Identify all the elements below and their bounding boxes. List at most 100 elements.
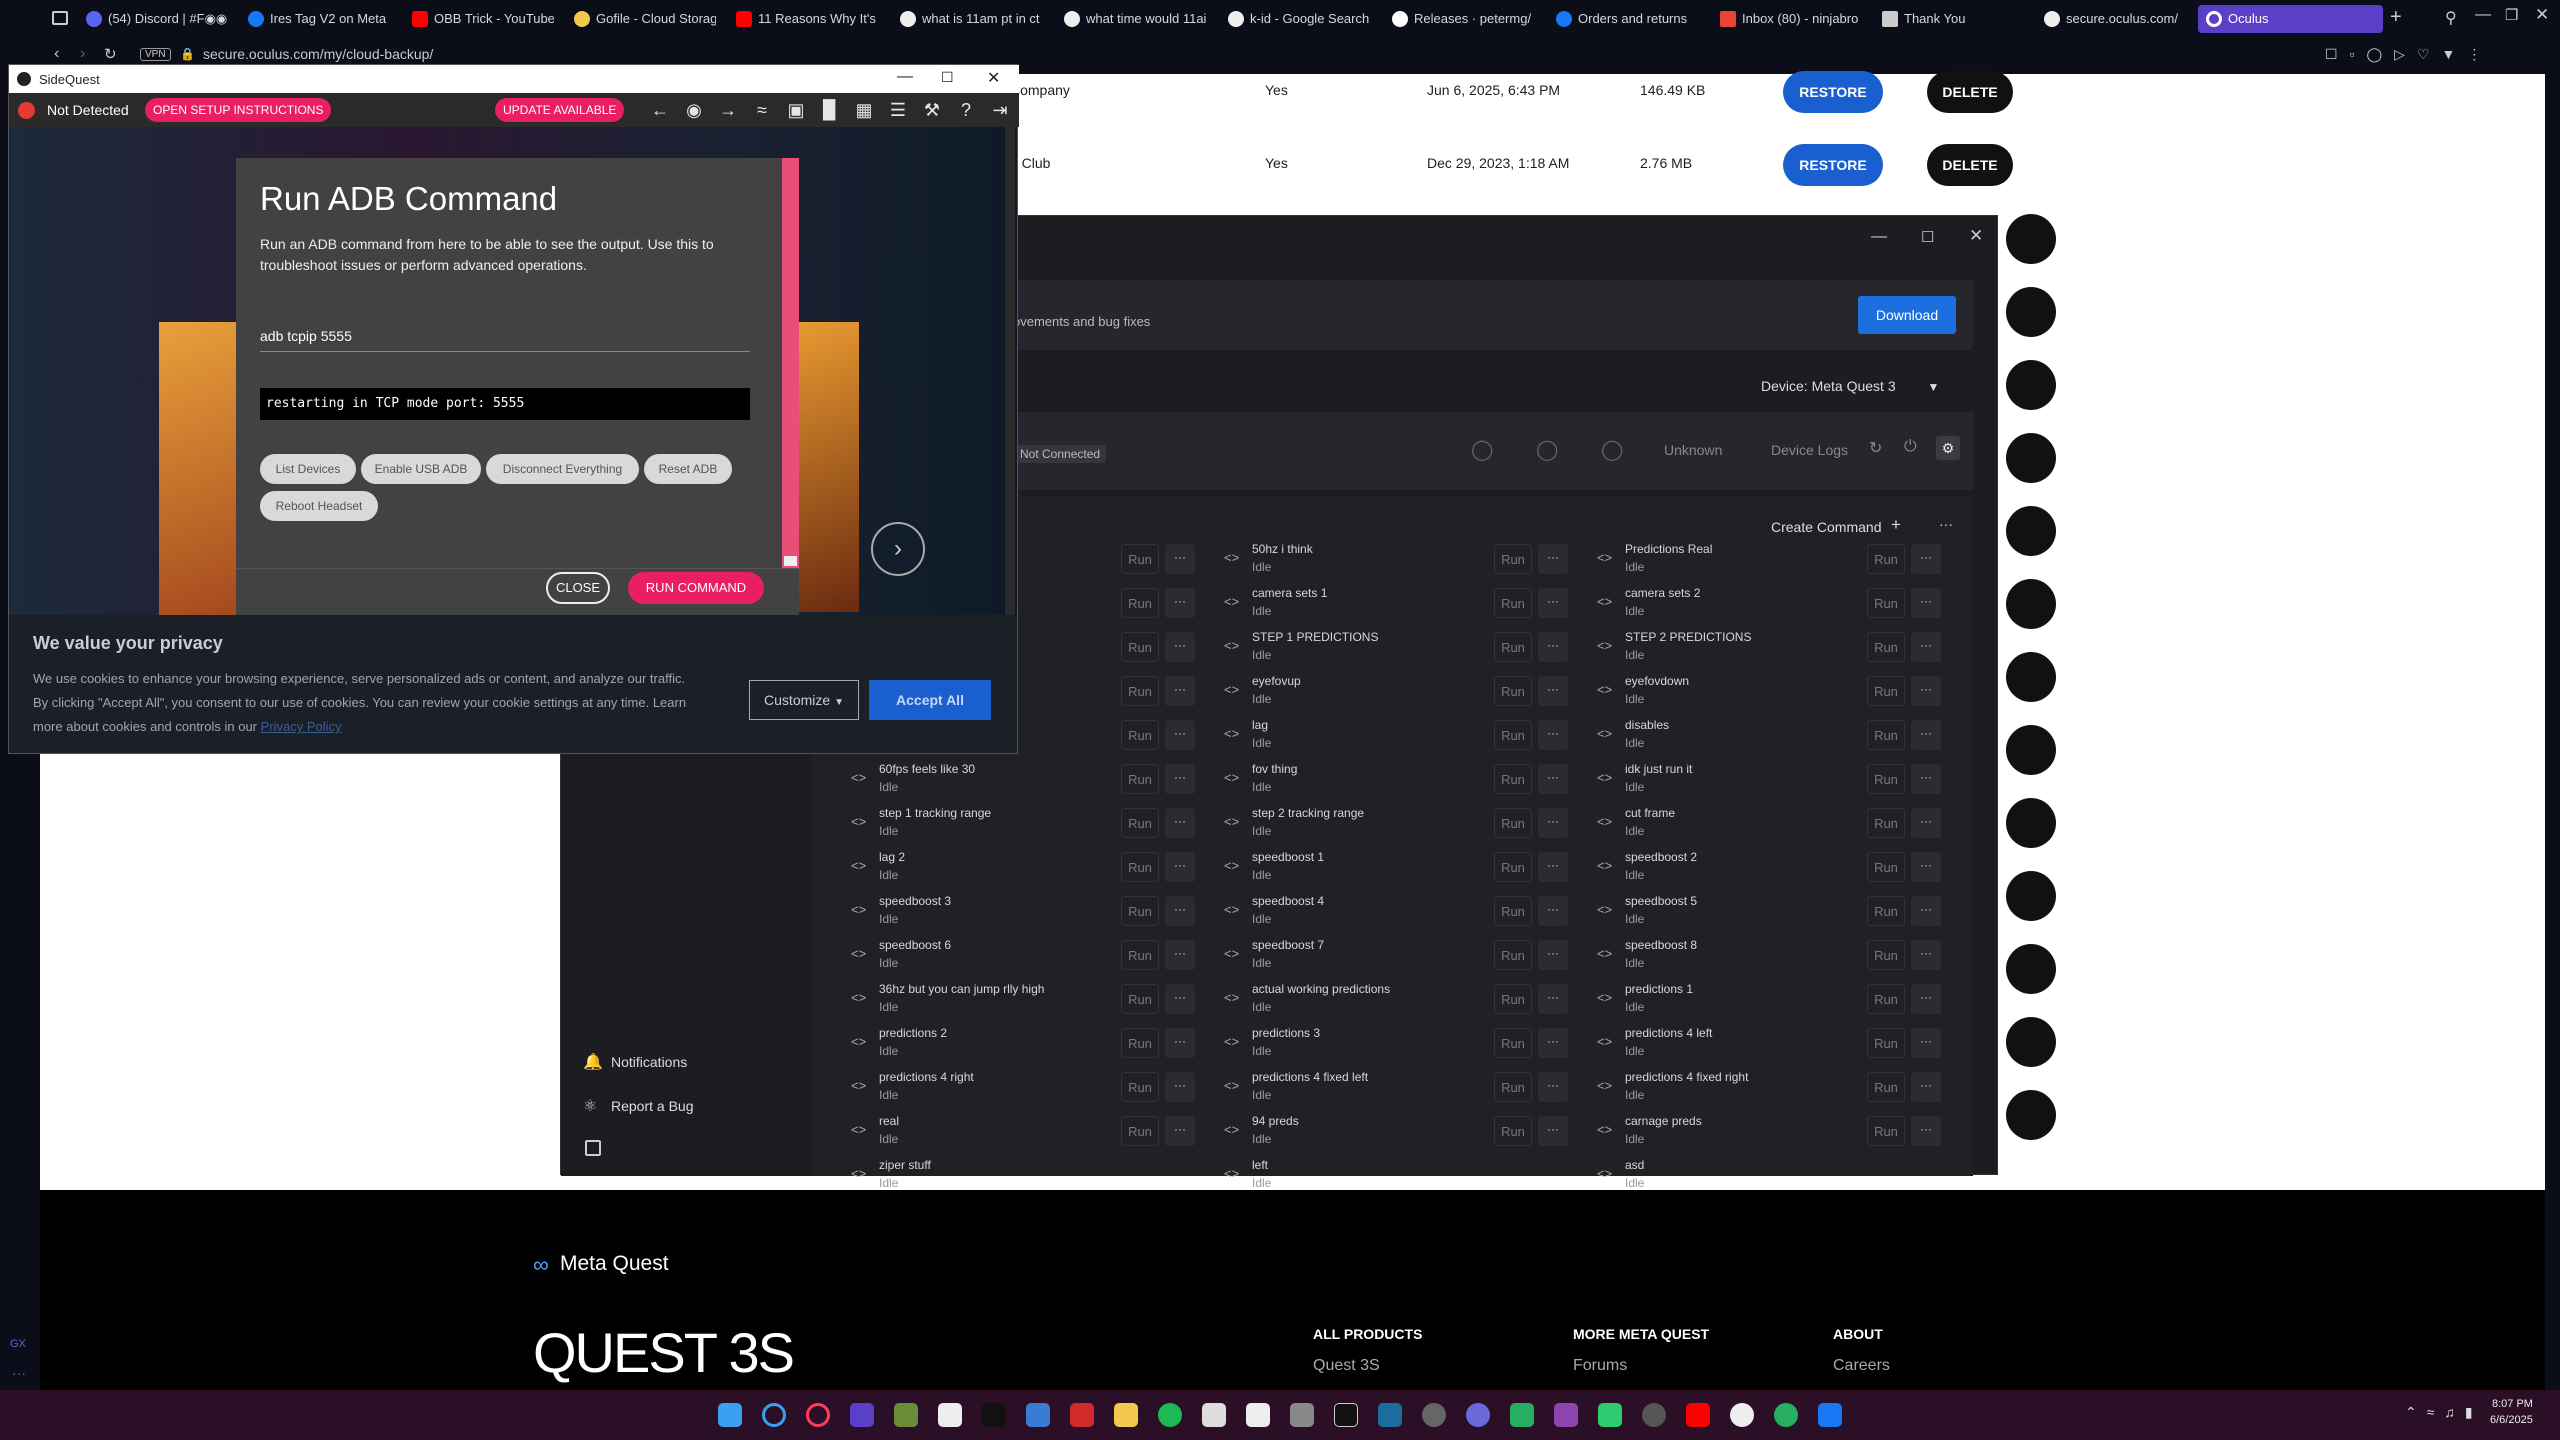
code-icon[interactable]: <> [1224,858,1239,873]
run-button[interactable]: Run [1494,676,1532,706]
run-button[interactable]: Run [1494,896,1532,926]
run-button[interactable]: Run [1867,896,1905,926]
app-icon[interactable] [1730,1403,1754,1427]
settings-icon[interactable]: ⚙ [1936,436,1960,460]
more-options-icon[interactable]: ··· [1165,1116,1195,1146]
youtube-icon[interactable] [1686,1403,1710,1427]
url-text[interactable]: secure.oculus.com/my/cloud-backup/ [203,46,433,62]
device-logs-button[interactable]: Device Logs [1771,442,1848,458]
device-select[interactable]: Device: Meta Quest 3 ▼ [1761,378,1939,394]
more-options-icon[interactable]: ··· [1911,720,1941,750]
accept-all-button[interactable]: Accept All [869,680,991,720]
code-icon[interactable]: <> [1597,946,1612,961]
maximize-icon[interactable]: ☐ [941,69,954,86]
code-icon[interactable]: <> [1597,858,1612,873]
more-options-icon[interactable]: ··· [1939,516,1953,532]
help-icon[interactable]: ? [955,99,977,121]
tab-google-3[interactable]: k-id - Google Search [1220,5,1370,33]
vpn-badge[interactable]: VPN [140,48,171,61]
run-button[interactable]: Run [1121,544,1159,574]
run-button[interactable]: Run [1867,808,1905,838]
more-options-icon[interactable]: ··· [1911,896,1941,926]
code-icon[interactable]: <> [1224,638,1239,653]
code-icon[interactable]: <> [1597,682,1612,697]
run-button[interactable]: Run [1867,1116,1905,1146]
maximize-icon[interactable]: ☐ [1921,228,1934,246]
reload-icon[interactable]: ↻ [104,45,117,63]
windows-start-icon[interactable] [718,1403,742,1427]
more-options-icon[interactable]: ··· [1165,808,1195,838]
more-options-icon[interactable]: ··· [1911,808,1941,838]
privacy-policy-link[interactable]: Privacy Policy [261,719,342,734]
more-options-icon[interactable]: ··· [1538,588,1568,618]
more-options-icon[interactable]: ··· [1911,984,1941,1014]
delete-button[interactable] [2006,433,2056,483]
folder-icon[interactable]: ▉ [819,99,841,121]
delete-button[interactable] [2006,360,2056,410]
clock-date[interactable]: 6/6/2025 [2490,1414,2533,1426]
forward-arrow-icon[interactable]: → [717,99,739,121]
code-icon[interactable]: <> [1597,1166,1612,1181]
enable-usb-adb-button[interactable]: Enable USB ADB [361,454,481,484]
run-button[interactable]: Run [1494,1116,1532,1146]
app-icon[interactable] [1246,1403,1270,1427]
meta-icon[interactable] [1818,1403,1842,1427]
more-options-icon[interactable]: ··· [1911,852,1941,882]
more-options-icon[interactable]: ··· [1911,1116,1941,1146]
minimize-icon[interactable]: — [1871,228,1887,246]
run-button[interactable]: Run [1867,984,1905,1014]
run-button[interactable]: Run [1494,588,1532,618]
code-icon[interactable]: <> [1224,990,1239,1005]
more-options-icon[interactable]: ··· [1165,676,1195,706]
more-options-icon[interactable]: ··· [1538,544,1568,574]
tab-thank-you[interactable]: Thank You [1874,5,2024,33]
delete-button[interactable]: DELETE [1927,71,2013,113]
code-icon[interactable]: <> [1597,726,1612,741]
run-button[interactable]: Run [1494,764,1532,794]
update-available-button[interactable]: UPDATE AVAILABLE [495,98,625,122]
tab-discord[interactable]: (54) Discord | #F◉◉ [78,5,228,33]
delete-button[interactable] [2006,579,2056,629]
search-tabs-icon[interactable]: ⚲ [2445,8,2457,28]
power-icon[interactable]: ⏻ [1904,438,1917,456]
delete-button[interactable]: DELETE [1927,144,2013,186]
more-options-icon[interactable]: ··· [1165,940,1195,970]
run-button[interactable]: Run [1121,676,1159,706]
code-icon[interactable]: <> [1597,1078,1612,1093]
code-icon[interactable]: <> [1224,726,1239,741]
tab-youtube[interactable]: OBB Trick - YouTube [404,5,554,33]
app-icon[interactable] [1334,1403,1358,1427]
more-options-icon[interactable]: ··· [1538,632,1568,662]
run-button[interactable]: Run [1494,808,1532,838]
run-button[interactable]: Run [1121,1116,1159,1146]
minimize-icon[interactable]: — [2475,6,2491,24]
page-scrollbar[interactable] [2545,74,2560,1390]
run-button[interactable]: Run [1121,1072,1159,1102]
footer-brand[interactable]: Meta Quest [560,1252,669,1276]
code-icon[interactable]: <> [1597,550,1612,565]
app-icon[interactable] [1598,1403,1622,1427]
code-icon[interactable]: <> [1224,594,1239,609]
more-options-icon[interactable]: ··· [1538,720,1568,750]
app-icon[interactable] [1554,1403,1578,1427]
back-icon[interactable]: ‹ [54,45,59,63]
run-button[interactable]: Run [1121,940,1159,970]
run-button[interactable]: Run [1494,1072,1532,1102]
delete-button[interactable] [2006,1017,2056,1067]
download-button[interactable]: Download [1858,296,1956,334]
browser-toolbar-icons[interactable]: ☐▫◯▷♡▼⋮ [2325,46,2493,63]
disconnect-everything-button[interactable]: Disconnect Everything [486,454,639,484]
chevron-right-icon[interactable]: › [871,522,925,576]
delete-button[interactable] [2006,871,2056,921]
plus-icon[interactable]: + [1891,515,1901,535]
more-options-icon[interactable]: ··· [1911,940,1941,970]
code-icon[interactable]: <> [851,990,866,1005]
code-icon[interactable]: <> [851,1078,866,1093]
run-button[interactable]: Run [1867,940,1905,970]
tab-gofile[interactable]: Gofile - Cloud Storag [566,5,716,33]
more-options-icon[interactable]: ··· [1911,676,1941,706]
code-icon[interactable]: <> [1224,1122,1239,1137]
more-options-icon[interactable]: ··· [1165,1072,1195,1102]
app-icon[interactable] [1202,1403,1226,1427]
tab-github[interactable]: Releases · petermg/ [1384,5,1534,33]
